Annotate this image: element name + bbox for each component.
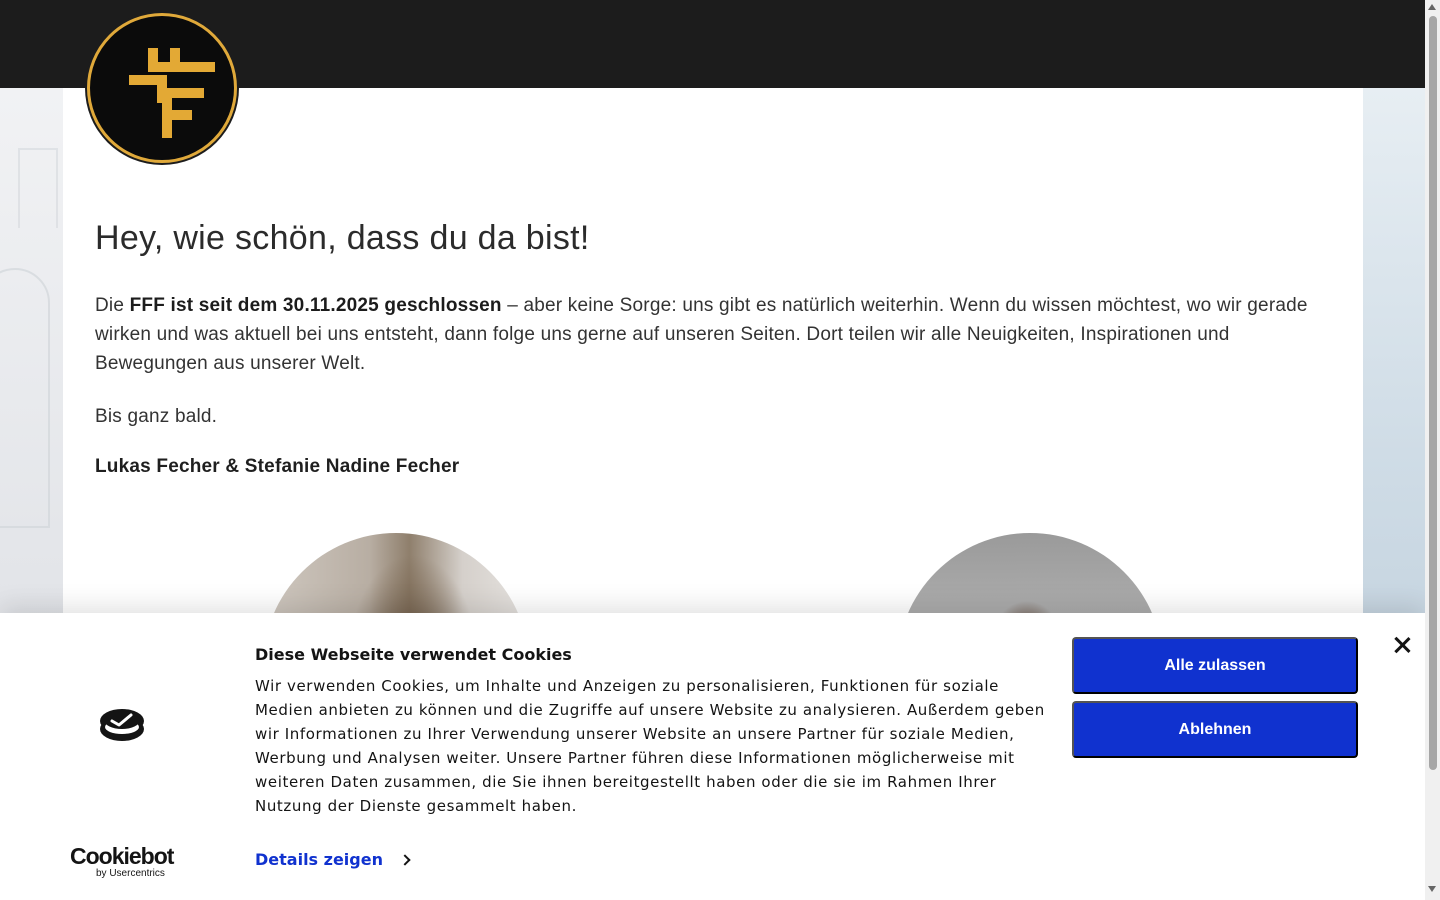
cookiebot-brand-logo[interactable]: Cookiebot by Usercentrics [70,844,180,880]
decline-button[interactable]: Ablehnen [1072,701,1358,758]
background-arch [0,268,50,528]
scrollbar[interactable] [1425,0,1440,900]
background-tower [18,148,58,228]
cookiebot-subtitle: by Usercentrics [96,868,165,879]
signature-names: Lukas Fecher & Stefanie Nadine Fecher [95,456,460,477]
cookie-consent-icon [98,707,146,743]
cookiebot-wordmark: Cookiebot [70,843,174,869]
cookie-banner: Cookiebot by Usercentrics Diese Webseite… [0,613,1425,900]
scroll-up-arrow-icon[interactable] [1428,4,1436,10]
intro-bold: FFF ist seit dem 30.11.2025 geschlossen [129,295,502,316]
allow-all-button[interactable]: Alle zulassen [1072,637,1358,694]
close-icon[interactable] [1391,634,1413,656]
chevron-right-icon [399,853,411,866]
farewell-text: Bis ganz bald. [95,406,218,427]
page-headline: Hey, wie schön, dass du da bist! [95,219,590,257]
main-content: Hey, wie schön, dass du da bist! Die FFF… [95,215,1335,478]
intro-paragraph: Die FFF ist seit dem 30.11.2025 geschlos… [95,291,1335,378]
cookie-title: Diese Webseite verwendet Cookies [255,645,572,664]
intro-prefix: Die [95,295,130,316]
details-link[interactable]: Details zeigen [255,850,411,869]
scroll-down-arrow-icon[interactable] [1428,886,1436,892]
cookie-description: Wir verwenden Cookies, um Inhalte und An… [255,677,1045,815]
fff-monogram-logo-icon[interactable] [87,13,237,163]
scrollbar-thumb[interactable] [1429,16,1437,770]
details-link-label: Details zeigen [255,850,383,869]
